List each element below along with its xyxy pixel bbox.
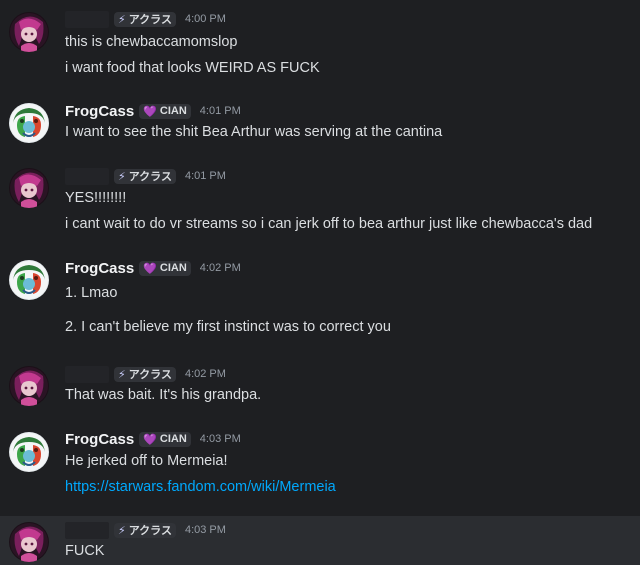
lightning-icon: ⚡ <box>118 13 126 26</box>
heart-icon: 💜 <box>143 433 157 446</box>
message-group: ⚡ アクラス 4:02 PM That was bait. It's his g… <box>0 360 640 415</box>
redacted-username[interactable] <box>65 167 109 185</box>
message-text: 1. Lmao <box>65 285 118 301</box>
message-text: i cant wait to do vr streams so i can je… <box>65 216 593 232</box>
message-text: He jerked off to Mermeia! <box>65 453 228 469</box>
user-avatar[interactable] <box>9 12 49 52</box>
heart-icon: 💜 <box>143 105 157 118</box>
message-group: FrogCass 💜 CIAN 4:02 PM 1. Lmao 2. I can… <box>0 252 640 342</box>
message-timestamp[interactable]: 4:00 PM <box>185 13 226 25</box>
message-text: I want to see the shit Bea Arthur was se… <box>65 124 443 140</box>
server-tag-label: アクラス <box>128 14 172 26</box>
user-avatar[interactable] <box>9 522 49 562</box>
server-tag-label: CIAN <box>159 105 187 117</box>
message-group: ⚡ アクラス 4:01 PM YES!!!!!!!! i cant wait t… <box>0 160 640 245</box>
message-timestamp[interactable]: 4:01 PM <box>200 105 241 117</box>
server-tag-label: CIAN <box>159 262 187 274</box>
message-text: That was bait. It's his grandpa. <box>65 387 262 403</box>
server-tag[interactable]: ⚡ アクラス <box>114 11 176 27</box>
message-text: FUCK <box>65 543 105 559</box>
user-avatar[interactable] <box>9 168 49 208</box>
message-group: ⚡ アクラス 4:00 PM this is chewbaccamomslop … <box>0 0 640 90</box>
lightning-icon: ⚡ <box>118 170 126 183</box>
server-tag[interactable]: 💜 CIAN <box>139 260 191 276</box>
message-timestamp[interactable]: 4:02 PM <box>185 368 226 380</box>
user-avatar[interactable] <box>9 432 49 472</box>
heart-icon: 💜 <box>143 262 157 275</box>
chat-message-list: ⚡ アクラス 4:00 PM this is chewbaccamomslop … <box>0 0 640 565</box>
server-tag-label: アクラス <box>128 369 172 381</box>
server-tag[interactable]: 💜 CIAN <box>139 431 191 447</box>
message-timestamp[interactable]: 4:01 PM <box>185 170 226 182</box>
message-group: ⚡ アクラス 4:03 PM FUCK <box>0 516 640 565</box>
user-avatar[interactable] <box>9 260 49 300</box>
message-link[interactable]: https://starwars.fandom.com/wiki/Mermeia <box>65 477 336 497</box>
message-text: 2. I can't believe my first instinct was… <box>65 319 391 335</box>
message-text: i want food that looks WEIRD AS FUCK <box>65 60 320 76</box>
server-tag-label: CIAN <box>159 433 187 445</box>
server-tag[interactable]: 💜 CIAN <box>139 103 191 119</box>
lightning-icon: ⚡ <box>118 368 126 381</box>
username[interactable]: FrogCass <box>65 103 134 120</box>
message-text: this is chewbaccamomslop <box>65 34 238 50</box>
user-avatar[interactable] <box>9 103 49 143</box>
username[interactable]: FrogCass <box>65 260 134 277</box>
user-avatar[interactable] <box>9 366 49 406</box>
redacted-username[interactable] <box>65 521 109 539</box>
redacted-username[interactable] <box>65 10 109 28</box>
username[interactable]: FrogCass <box>65 431 134 448</box>
server-tag[interactable]: ⚡ アクラス <box>114 366 176 382</box>
lightning-icon: ⚡ <box>118 524 126 537</box>
server-tag[interactable]: ⚡ アクラス <box>114 168 176 184</box>
server-tag-label: アクラス <box>128 525 172 537</box>
server-tag-label: アクラス <box>128 171 172 183</box>
message-timestamp[interactable]: 4:02 PM <box>200 262 241 274</box>
message-timestamp[interactable]: 4:03 PM <box>200 433 241 445</box>
server-tag[interactable]: ⚡ アクラス <box>114 522 176 538</box>
redacted-username[interactable] <box>65 365 109 383</box>
message-group: FrogCass 💜 CIAN 4:01 PM I want to see th… <box>0 95 640 155</box>
message-text: YES!!!!!!!! <box>65 190 127 206</box>
message-timestamp[interactable]: 4:03 PM <box>185 524 226 536</box>
message-group: FrogCass 💜 CIAN 4:03 PM He jerked off to… <box>0 424 640 509</box>
